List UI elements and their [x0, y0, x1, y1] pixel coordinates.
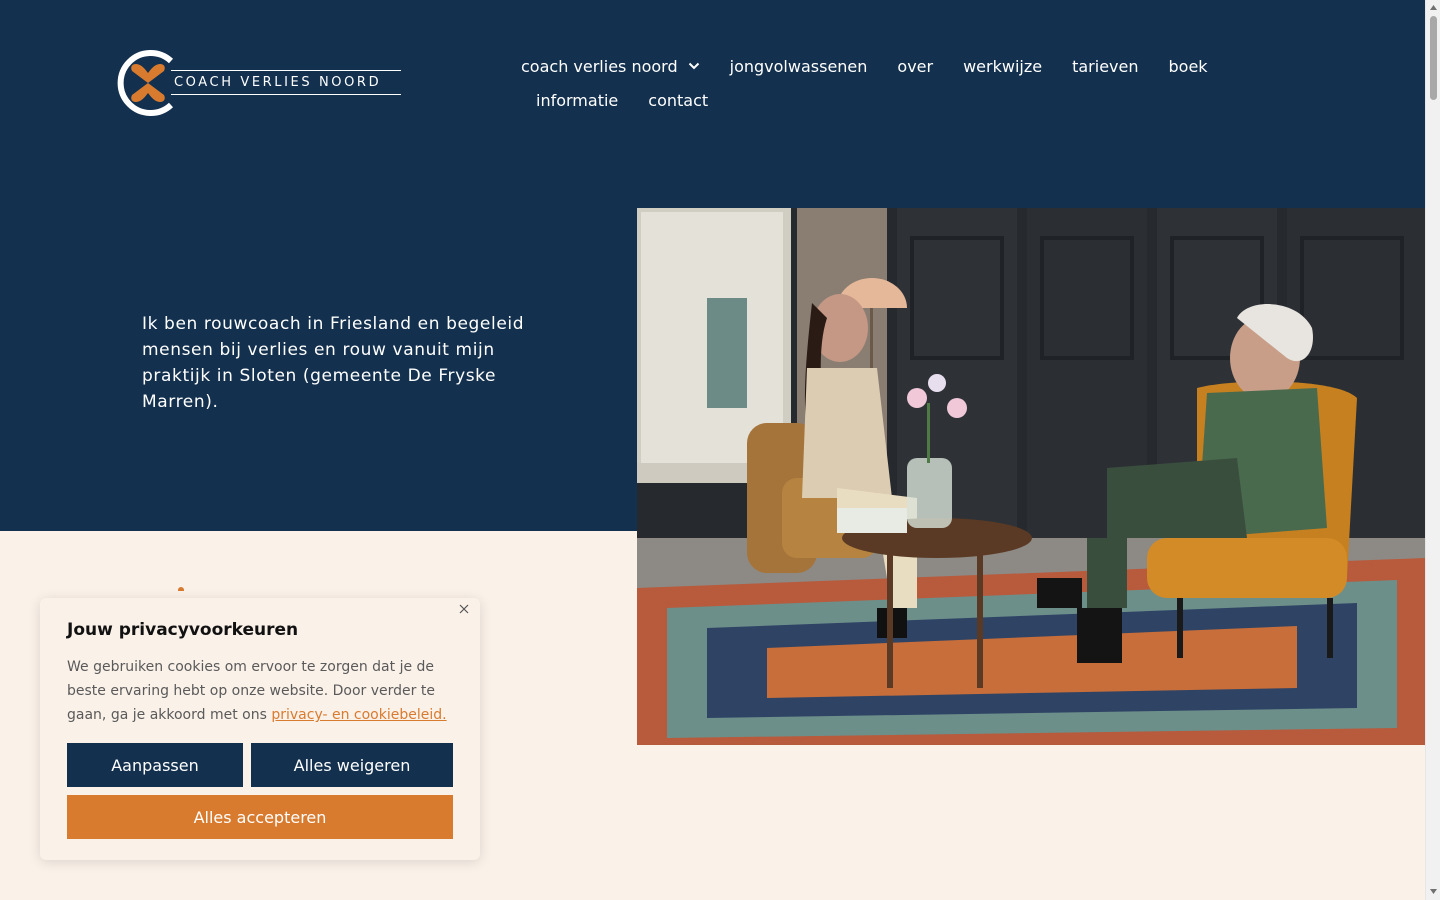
scroll-down-arrow-icon[interactable]	[1429, 887, 1438, 896]
nav-item-tarieven[interactable]: tarieven	[1057, 57, 1153, 76]
chevron-down-icon[interactable]	[688, 62, 700, 70]
nav-item-coach-verlies-noord[interactable]: coach verlies noord	[506, 57, 715, 76]
decorative-dot	[178, 587, 184, 591]
cookie-body: We gebruiken cookies om ervoor te zorgen…	[67, 655, 462, 727]
reject-all-button[interactable]: Alles weigeren	[251, 743, 453, 787]
scrollbar-thumb[interactable]	[1430, 16, 1437, 100]
customize-button[interactable]: Aanpassen	[67, 743, 243, 787]
nav-item-informatie[interactable]: informatie	[521, 91, 633, 110]
nav-row-1: coach verlies noord jongvolwassenen over…	[506, 49, 1208, 83]
vertical-scrollbar[interactable]	[1425, 0, 1440, 900]
nav-item-werkwijze[interactable]: werkwijze	[948, 57, 1057, 76]
scroll-up-arrow-icon[interactable]	[1429, 3, 1438, 12]
accept-all-button[interactable]: Alles accepteren	[67, 795, 453, 839]
nav-item-contact[interactable]: contact	[633, 91, 723, 110]
privacy-policy-link[interactable]: privacy- en cookiebeleid.	[271, 707, 446, 723]
logo-top-line	[171, 70, 401, 71]
close-icon[interactable]	[456, 601, 472, 617]
cookie-title: Jouw privacyvoorkeuren	[67, 620, 299, 640]
page: COACH VERLIES NOORD coach verlies noord …	[0, 0, 1425, 900]
hero-photo	[637, 208, 1425, 745]
hero-intro-text: Ik ben rouwcoach in Friesland en begelei…	[142, 314, 525, 412]
logo-bottom-line	[171, 94, 401, 95]
main-nav: coach verlies noord jongvolwassenen over…	[506, 49, 1208, 117]
nav-item-over[interactable]: over	[882, 57, 948, 76]
site-logo[interactable]: COACH VERLIES NOORD	[113, 49, 403, 117]
nav-item-boek[interactable]: boek	[1154, 57, 1223, 76]
logo-text: COACH VERLIES NOORD	[174, 75, 382, 90]
nav-item-label: coach verlies noord	[521, 56, 678, 76]
nav-row-2: informatie contact	[506, 83, 1206, 117]
nav-item-jongvolwassenen[interactable]: jongvolwassenen	[715, 57, 883, 76]
hourglass-heart-logo-icon	[117, 50, 174, 116]
cookie-consent-dialog: Jouw privacyvoorkeuren We gebruiken cook…	[40, 598, 480, 860]
